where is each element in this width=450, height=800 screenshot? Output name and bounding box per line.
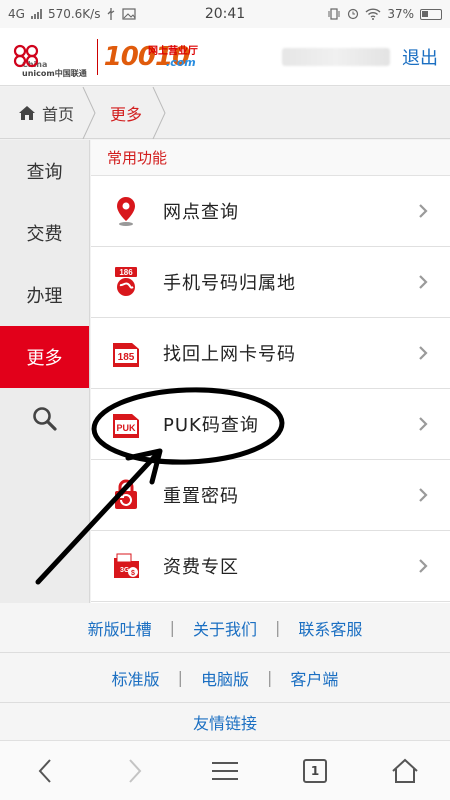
image-icon (122, 8, 137, 20)
feedback-link[interactable]: 新版吐槽 (88, 616, 152, 640)
lock-reset-icon (115, 479, 137, 509)
puk-card-icon-text: PUK (116, 423, 136, 433)
signal-icon (30, 9, 42, 19)
list-item-label: 找回上网卡号码 (163, 344, 296, 365)
masked-phone-number (282, 48, 390, 66)
sim-card-icon: 185 (113, 343, 139, 367)
client-app-link[interactable]: 客户端 (290, 666, 338, 690)
footer-separator: | (275, 618, 281, 637)
unicom-knot-icon (13, 44, 39, 67)
chevron-left-icon (38, 758, 51, 783)
wifi-icon (365, 8, 381, 20)
breadcrumb-separator (152, 86, 166, 139)
breadcrumb-home[interactable]: 首页 (0, 86, 96, 139)
unicom-logo[interactable]: China unicom中国联通 (10, 36, 87, 78)
back-button[interactable] (25, 751, 65, 791)
network-speed: 570.6K/s (47, 7, 101, 21)
chevron-right-icon (419, 275, 428, 289)
section-title: 常用功能 (91, 140, 450, 176)
list-item-number-location[interactable]: 186 手机号码归属地 (91, 247, 450, 318)
contact-service-link[interactable]: 联系客服 (298, 616, 362, 640)
map-pin-icon (117, 197, 135, 226)
alarm-icon (348, 8, 359, 20)
footer-row: 新版吐槽 | 关于我们 | 联系客服 (0, 603, 450, 653)
breadcrumb: 首页 更多 (0, 86, 450, 139)
brand-domain: .com (166, 56, 196, 69)
side-nav: 查询 交费 办理 更多 (0, 140, 90, 603)
function-list: 常用功能 网点查询 186 手机号码归属地 185 找回上网卡号码 PUK PU… (91, 140, 450, 603)
usb-icon (108, 8, 115, 20)
chevron-right-icon (419, 559, 428, 573)
logout-button[interactable]: 退出 (402, 44, 438, 70)
list-item-label: PUK码查询 (163, 415, 259, 436)
nav-item-handle[interactable]: 办理 (0, 264, 89, 326)
nav-item-payment[interactable]: 交费 (0, 202, 89, 264)
chevron-right-icon (419, 204, 428, 218)
about-us-link[interactable]: 关于我们 (193, 616, 257, 640)
site-header: China unicom中国联通 10010 网上营业厅 .com 退出 (0, 28, 450, 86)
chevron-right-icon (129, 758, 142, 783)
home-button[interactable] (385, 751, 425, 791)
chevron-right-icon (419, 488, 428, 502)
tariff-icon: 3G $ (114, 553, 139, 578)
standard-version-link[interactable]: 标准版 (112, 666, 160, 690)
list-item-label: 手机号码归属地 (163, 273, 296, 294)
puk-card-icon: PUK (113, 414, 139, 438)
search-icon (32, 407, 57, 431)
list-item-reset-password[interactable]: 重置密码 (91, 460, 450, 531)
nav-item-query[interactable]: 查询 (0, 140, 89, 202)
status-bar: 4G 570.6K/s 20:41 37% (0, 0, 450, 28)
chevron-right-icon (419, 346, 428, 360)
nav-item-more[interactable]: 更多 (0, 326, 89, 388)
tab-count: 1 (310, 763, 320, 778)
battery-level: 37% (387, 7, 414, 21)
footer-separator: | (267, 668, 273, 687)
breadcrumb-separator (82, 86, 96, 139)
footer-separator: | (169, 618, 175, 637)
sim-card-icon-text: 185 (118, 352, 135, 363)
phone-location-icon-text: 186 (119, 268, 133, 277)
chevron-right-icon (419, 417, 428, 431)
battery-icon (420, 8, 442, 20)
footer-row: 友情链接 (0, 703, 450, 740)
list-item-recover-card-number[interactable]: 185 找回上网卡号码 (91, 318, 450, 389)
footer-separator: | (177, 668, 183, 687)
home-icon (19, 105, 35, 120)
network-type: 4G (8, 7, 25, 21)
breadcrumb-current[interactable]: 更多 (96, 86, 166, 139)
list-item-puk-query[interactable]: PUK PUK码查询 (91, 389, 450, 460)
logo-divider (96, 38, 98, 75)
svg-text:$: $ (131, 570, 135, 577)
list-item-tariff-zone[interactable]: 3G $ 资费专区 (91, 531, 450, 602)
home-outline-icon (392, 758, 418, 783)
list-item-label: 网点查询 (163, 202, 239, 223)
vibrate-icon (328, 8, 340, 20)
breadcrumb-home-label: 首页 (42, 104, 75, 124)
browser-toolbar: 1 (0, 740, 450, 800)
friend-links-link[interactable]: 友情链接 (193, 710, 257, 734)
forward-button[interactable] (115, 751, 155, 791)
nav-search-button[interactable] (0, 388, 89, 450)
list-item-label: 重置密码 (163, 486, 239, 507)
menu-icon (212, 761, 238, 780)
pc-version-link[interactable]: 电脑版 (201, 666, 249, 690)
footer-row: 标准版 | 电脑版 | 客户端 (0, 653, 450, 703)
list-item-label: 资费专区 (163, 557, 239, 578)
tabs-button[interactable]: 1 (295, 751, 335, 791)
menu-button[interactable] (205, 751, 245, 791)
footer-links: 新版吐槽 | 关于我们 | 联系客服 标准版 | 电脑版 | 客户端 友情链接 (0, 603, 450, 740)
breadcrumb-current-label: 更多 (110, 104, 143, 124)
brand-subtitle: 网上营业厅 (148, 46, 198, 57)
list-item-outlet-query[interactable]: 网点查询 (91, 176, 450, 247)
phone-location-icon: 186 (115, 267, 137, 296)
